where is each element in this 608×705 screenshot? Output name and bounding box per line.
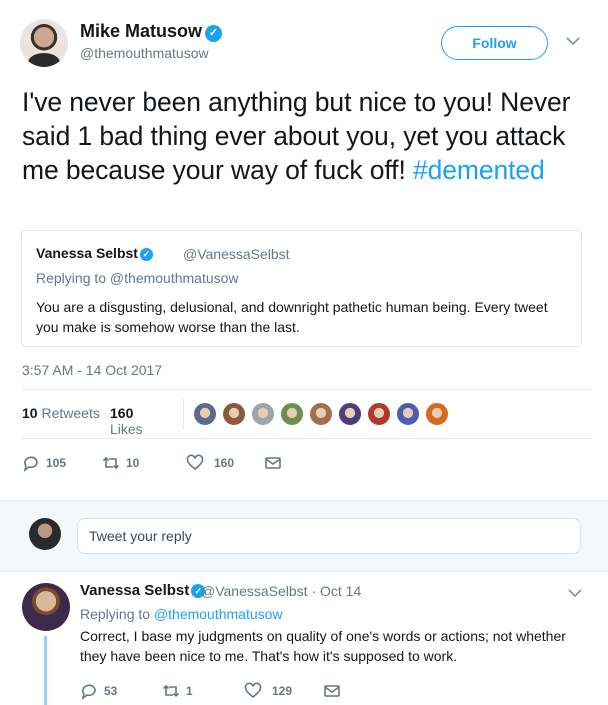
retweets-label: Retweets <box>41 405 100 421</box>
verified-badge-icon: ✓ <box>139 248 153 261</box>
quoted-tweet[interactable]: Vanessa Selbst ✓ @VanessaSelbst Replying … <box>21 230 582 347</box>
tweet-actions: 105 10 160 <box>22 452 582 474</box>
quoted-tweet-text: You are a disgusting, delusional, and do… <box>36 299 548 335</box>
mention-link[interactable]: @themouthmatusow <box>154 606 283 622</box>
chevron-down-icon[interactable] <box>566 34 580 48</box>
quoted-author-name: Vanessa Selbst ✓ <box>36 245 153 261</box>
liker-avatar[interactable] <box>425 402 449 426</box>
liker-avatar[interactable] <box>280 402 304 426</box>
reply-input[interactable]: Tweet your reply <box>77 518 581 554</box>
reply-icon <box>23 456 38 472</box>
retweets-stat[interactable]: 10 Retweets <box>22 405 100 421</box>
like-count: 160 <box>214 456 235 470</box>
reply-count: 105 <box>46 456 67 470</box>
liker-avatar[interactable] <box>309 402 333 426</box>
heart-icon <box>244 682 262 699</box>
retweet-count: 1 <box>186 684 193 698</box>
verified-badge-icon: ✓ <box>205 25 223 42</box>
retweet-icon <box>102 456 120 470</box>
liker-avatar[interactable] <box>338 402 362 426</box>
hashtag-link[interactable]: #demented <box>413 155 545 185</box>
divider <box>22 389 592 390</box>
retweet-button[interactable]: 10 <box>102 452 139 474</box>
reply-author-handle-date[interactable]: @VanessaSelbst · Oct 14 <box>201 583 361 599</box>
tweet-timestamp[interactable]: 3:57 AM - 14 Oct 2017 <box>22 362 162 378</box>
like-button[interactable]: 160 <box>186 452 234 474</box>
quoted-replying-to: Replying to @themouthmatusow <box>36 270 239 286</box>
reply-text: Correct, I base my judgments on quality … <box>80 628 566 664</box>
reply-actions: 53 1 129 <box>80 680 540 700</box>
direct-message-button[interactable] <box>323 680 341 702</box>
retweets-count: 10 <box>22 405 38 421</box>
liker-avatar[interactable] <box>396 402 420 426</box>
liker-avatar[interactable] <box>367 402 391 426</box>
liker-avatar[interactable] <box>193 402 217 426</box>
author-avatar[interactable] <box>20 19 68 67</box>
retweet-count: 10 <box>126 456 140 470</box>
reply-composer: Tweet your reply <box>0 500 608 572</box>
reply-count: 53 <box>104 684 118 698</box>
likes-stat[interactable]: 160 Likes <box>110 405 143 437</box>
tweet-text: I've never been anything but nice to you… <box>22 85 592 187</box>
reply-author-avatar[interactable] <box>22 583 70 631</box>
envelope-icon <box>324 685 340 697</box>
reply-author-name[interactable]: Vanessa Selbst ✓ <box>80 582 206 599</box>
reply-button[interactable]: 53 <box>80 680 117 702</box>
chevron-down-icon[interactable] <box>568 585 582 603</box>
divider <box>22 438 592 439</box>
likes-label: Likes <box>110 421 143 437</box>
thread-line <box>44 636 47 705</box>
stats-separator <box>183 398 184 430</box>
quoted-author-handle: @VanessaSelbst <box>183 246 290 262</box>
liker-avatar[interactable] <box>251 402 275 426</box>
direct-message-button[interactable] <box>264 452 282 474</box>
likes-count: 160 <box>110 405 134 421</box>
reply-tweet[interactable]: Vanessa Selbst ✓ @VanessaSelbst · Oct 14 … <box>0 573 608 705</box>
envelope-icon <box>265 457 281 469</box>
author-name-text[interactable]: Mike Matusow <box>80 21 202 41</box>
tweet-stats: 10 Retweets 160 Likes <box>22 405 143 437</box>
reply-replying-to: Replying to @themouthmatusow <box>80 606 283 622</box>
author-name[interactable]: Mike Matusow ✓ <box>80 21 223 42</box>
reply-icon <box>81 684 96 700</box>
user-avatar <box>29 518 61 550</box>
quoted-author-name-text: Vanessa Selbst <box>36 245 138 261</box>
reply-author-name-text[interactable]: Vanessa Selbst <box>80 582 189 599</box>
reply-button[interactable]: 105 <box>22 452 66 474</box>
retweet-icon <box>162 684 180 698</box>
like-button[interactable]: 129 <box>244 680 292 702</box>
heart-icon <box>186 454 204 471</box>
follow-button[interactable]: Follow <box>441 26 548 60</box>
liker-avatar[interactable] <box>222 402 246 426</box>
main-tweet: Mike Matusow ✓ @themouthmatusow Follow I'… <box>0 0 608 500</box>
author-handle[interactable]: @themouthmatusow <box>80 45 209 61</box>
replying-prefix: Replying to <box>80 606 154 622</box>
like-count: 129 <box>272 684 293 698</box>
retweet-button[interactable]: 1 <box>162 680 193 702</box>
